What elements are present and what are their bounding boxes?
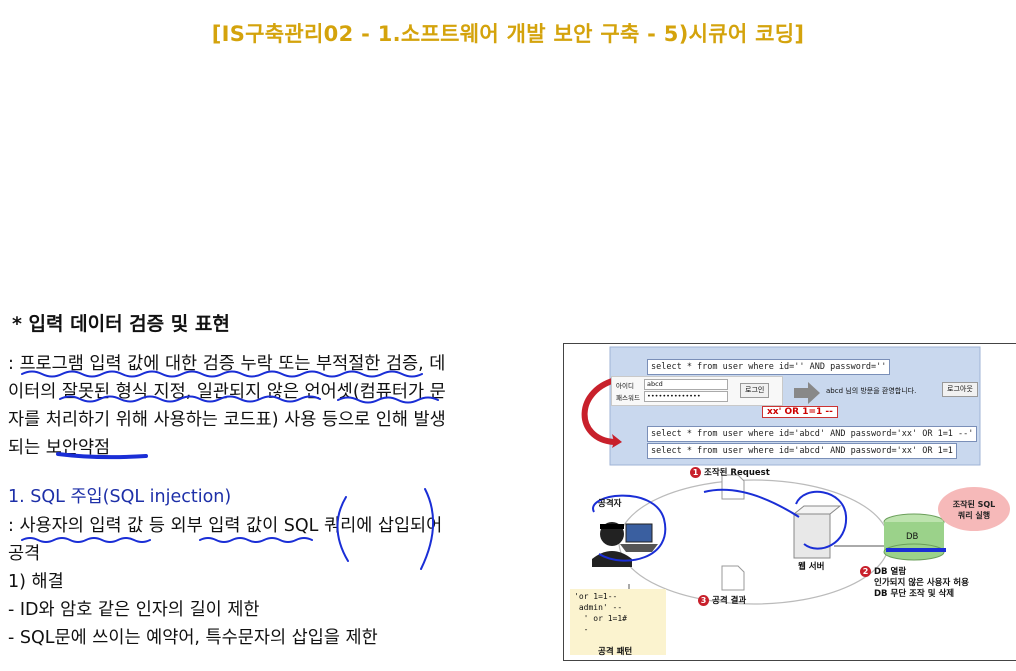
id-input: abcd xyxy=(644,379,728,390)
body-line: 공격 xyxy=(8,544,41,564)
pattern-code: 'or 1=1-- admin' -- ' or 1=1# - xyxy=(574,591,627,635)
definition-line: 되는 보안약점 xyxy=(8,438,111,458)
body-line: - SQL문에 쓰이는 예약어, 특수문자의 삽입을 제한 xyxy=(8,628,378,648)
definition-line: 자를 처리하기 위해 사용하는 코드표) 사용 등으로 인해 발생 xyxy=(8,410,446,430)
body-line: 1) 해결 xyxy=(8,572,64,592)
step2-line: DB 열람 xyxy=(874,567,907,577)
cloud-line: 쿼리 실행 xyxy=(957,511,991,520)
step-number: 3 xyxy=(698,595,709,606)
attacker-icon xyxy=(600,524,624,529)
login-button: 로그인 xyxy=(740,383,770,398)
pattern-caption: 공격 패턴 xyxy=(598,647,633,657)
document-icon xyxy=(721,474,745,500)
sql-injection-title: 1. SQL 주입(SQL injection) xyxy=(8,487,232,507)
id-label: 아이디 xyxy=(616,382,634,390)
logout-button: 로그아웃 xyxy=(942,382,978,397)
body-line: - ID와 암호 같은 인자의 길이 제한 xyxy=(8,600,260,620)
ink-arrow xyxy=(703,488,800,518)
step-number: 2 xyxy=(860,566,871,577)
db-label: DB xyxy=(906,532,919,542)
pattern-line: - xyxy=(574,625,589,634)
step2-label: 2 DB 열람 인가되지 않은 사용자 허용 DB 무단 조작 및 삭제 xyxy=(860,566,969,600)
laptop-icon xyxy=(625,523,653,543)
attacker-label: 공격자 xyxy=(598,499,622,509)
injected-input: xx' OR 1=1 -- xyxy=(762,406,838,418)
pattern-line: ' or 1=1# xyxy=(574,614,627,623)
step-number: 1 xyxy=(690,467,701,478)
cloud-text: 조작된 SQL 쿼리 실행 xyxy=(948,499,1000,521)
step1-label: 1 조작된 Request xyxy=(690,466,770,478)
welcome-text: abcd 님의 방문을 환영합니다. xyxy=(826,387,917,395)
query-injected-1: select * from user where id='abcd' AND p… xyxy=(647,426,978,442)
document-icon xyxy=(721,565,745,591)
login-form: 아이디 패스워드 abcd •••••••••••••• 로그인 xyxy=(611,376,783,406)
password-label: 패스워드 xyxy=(616,394,640,402)
definition-line: 이터의 잘못된 형식 지정, 일관되지 않은 언어셋(컴퓨터가 문 xyxy=(8,382,446,402)
laptop-icon xyxy=(620,544,658,552)
definition-line: : 프로그램 입력 값에 대한 검증 누락 또는 부적절한 검증, 데 xyxy=(8,354,446,374)
sql-injection-diagram: select * from user where id='' AND passw… xyxy=(563,343,1016,661)
pattern-line: admin' -- xyxy=(574,603,623,612)
cloud-line: 조작된 SQL xyxy=(952,500,996,509)
query-original: select * from user where id='' AND passw… xyxy=(647,359,891,375)
step3-label: 3 공격 결과 xyxy=(698,594,746,606)
step2-line: 인가되지 않은 사용자 허용 xyxy=(874,578,969,588)
web-server-icon xyxy=(792,505,842,515)
sql-injection-body: : 사용자의 입력 값 등 외부 입력 값이 SQL 쿼리에 삽입되어 공격 1… xyxy=(8,512,442,652)
slide-title: [IS구축관리02 - 1.소프트웨어 개발 보안 구축 - 5)시큐어 코딩] xyxy=(211,22,805,46)
section-heading: * 입력 데이터 검증 및 표현 xyxy=(12,313,230,335)
password-input: •••••••••••••• xyxy=(644,391,728,402)
web-server-icon xyxy=(793,513,831,559)
query-injected-2: select * from user where id='abcd' AND p… xyxy=(647,443,957,459)
pattern-line: 'or 1=1-- xyxy=(574,592,618,601)
step1-text: 조작된 Request xyxy=(704,468,770,478)
step2-line: DB 무단 조작 및 삭제 xyxy=(874,589,955,599)
body-line: : 사용자의 입력 값 등 외부 입력 값이 SQL 쿼리에 삽입되어 xyxy=(8,516,443,536)
flow-ring xyxy=(618,479,890,605)
definition-paragraph: : 프로그램 입력 값에 대한 검증 누락 또는 부적절한 검증, 데 이터의 … xyxy=(8,350,548,462)
web-server-label: 웹 서버 xyxy=(798,562,825,572)
step3-text: 공격 결과 xyxy=(712,596,747,606)
